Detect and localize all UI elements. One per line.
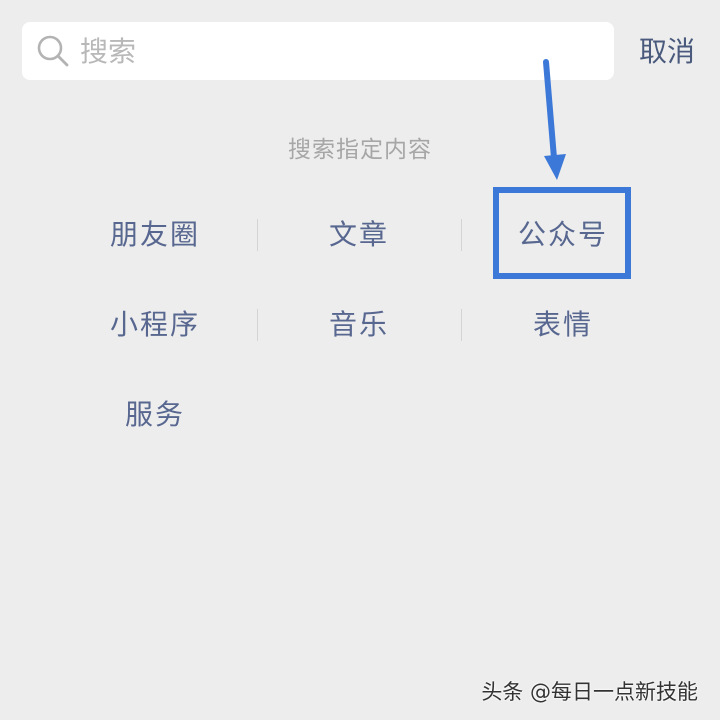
category-stickers[interactable]: 表情 <box>461 297 665 353</box>
search-screen: 取消 搜索指定内容 朋友圈 文章 公众号 小程序 音乐 表情 服务 头条 @每日… <box>0 0 720 720</box>
section-title: 搜索指定内容 <box>288 137 432 163</box>
search-icon <box>36 34 70 68</box>
cancel-button[interactable]: 取消 <box>630 28 704 76</box>
search-input[interactable] <box>80 26 600 76</box>
search-bar[interactable] <box>22 22 614 80</box>
annotation-arrow <box>543 59 566 180</box>
category-mini-programs[interactable]: 小程序 <box>53 297 257 353</box>
category-music[interactable]: 音乐 <box>257 297 461 353</box>
watermark: 头条 @每日一点新技能 <box>481 680 698 704</box>
category-services[interactable]: 服务 <box>53 387 257 443</box>
category-official-accounts[interactable]: 公众号 <box>461 207 665 263</box>
category-articles[interactable]: 文章 <box>257 207 461 263</box>
category-moments[interactable]: 朋友圈 <box>53 207 257 263</box>
